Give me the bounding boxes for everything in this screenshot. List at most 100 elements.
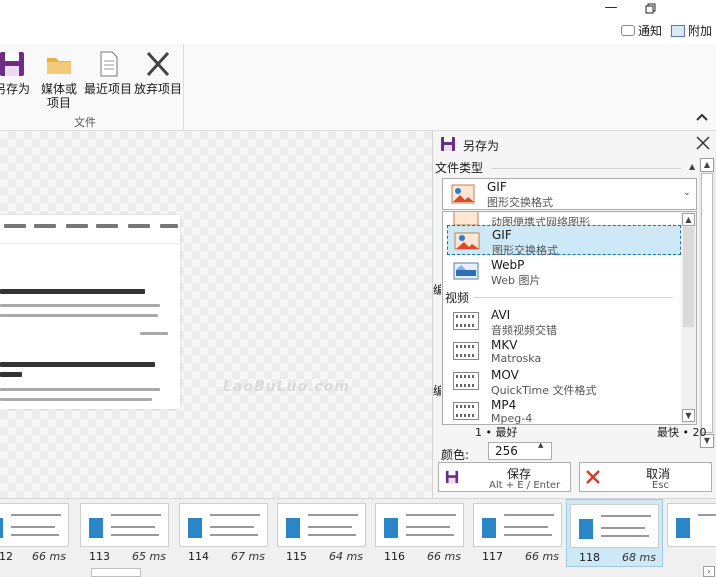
- frame-item[interactable]: [664, 499, 716, 567]
- media-or-project-button[interactable]: 媒体或 项目: [40, 50, 78, 110]
- frame-number: 118: [579, 551, 600, 564]
- frame-number: 113: [89, 550, 110, 563]
- title-bar: —: [0, 0, 716, 18]
- chat-icon: [621, 25, 635, 36]
- list-item-name: MKV: [491, 338, 518, 352]
- frame-strip: 12 66 ms 113 65 ms 114 67 ms 115 64 ms 1…: [0, 498, 716, 569]
- list-item-name: MP4: [491, 398, 517, 412]
- attachments-label: 附加: [688, 24, 713, 38]
- panel-scrollbar-thumb[interactable]: [701, 173, 713, 433]
- apng-icon: [453, 212, 479, 226]
- quality-fast-label: 最快 • 20: [657, 426, 707, 439]
- notification-bar: 通知 附加: [0, 18, 716, 45]
- frame-item[interactable]: 114 67 ms: [176, 499, 273, 567]
- scroll-right-icon[interactable]: ›: [703, 566, 715, 577]
- watermark: LaoBuLuo.com: [223, 379, 350, 395]
- frame-thumbnail: [80, 503, 169, 547]
- document-icon: [93, 50, 123, 78]
- save-icon: [445, 470, 459, 487]
- frame-item[interactable]: 12 66 ms: [0, 499, 74, 567]
- chevron-up-icon[interactable]: [695, 110, 709, 124]
- frame-duration: 66 ms: [427, 550, 461, 563]
- ribbon-divider: [183, 44, 184, 130]
- editor-canvas[interactable]: LaoBuLuo.com: [0, 131, 432, 498]
- list-item-name: WebP: [491, 258, 525, 272]
- quality-best-label: 1 • 最好: [475, 426, 518, 439]
- list-item[interactable]: MKV Matroska: [443, 336, 680, 366]
- frame-item[interactable]: 115 64 ms: [274, 499, 371, 567]
- frame-preview: [0, 215, 180, 409]
- frame-thumbnail: [179, 503, 268, 547]
- file-type-list[interactable]: 动图便携式网络图形 GIF 图形交换格式 WebP Web 图片 视频 AVI …: [442, 211, 697, 425]
- notifications-button[interactable]: 通知: [621, 22, 662, 39]
- minimize-icon[interactable]: —: [600, 0, 622, 18]
- save-as-label: 另存为: [0, 82, 30, 96]
- frame-item[interactable]: 113 65 ms: [77, 499, 174, 567]
- save-icon: [0, 50, 27, 78]
- save-as-button[interactable]: 另存为: [0, 50, 32, 96]
- close-panel-icon[interactable]: [695, 135, 711, 154]
- close-icon: [586, 470, 600, 487]
- cancel-button[interactable]: 取消 Esc: [579, 462, 712, 492]
- chevron-down-icon: ⌄: [683, 188, 691, 198]
- frame-item-selected[interactable]: 118 68 ms: [566, 499, 663, 567]
- colors-stepper[interactable]: 256 ▲: [488, 441, 552, 460]
- frame-duration: 65 ms: [132, 550, 166, 563]
- ribbon: 另存为 媒体或 项目 最近项目 放弃项目 文件: [0, 44, 716, 131]
- increment-icon[interactable]: ▲: [538, 441, 543, 449]
- colors-value: 256: [495, 444, 518, 458]
- chevron-up-icon[interactable]: ▲: [689, 162, 695, 171]
- scroll-up-icon[interactable]: ▲: [682, 213, 695, 226]
- folder-icon: [44, 50, 74, 78]
- list-item-desc: Matroska: [491, 352, 542, 365]
- group-divider: [473, 297, 673, 298]
- colors-label: 颜色:: [441, 448, 470, 462]
- list-item-desc: Web 图片: [491, 274, 541, 287]
- gif-icon: [451, 184, 475, 204]
- restore-icon[interactable]: [640, 0, 662, 18]
- image-icon: [671, 24, 685, 37]
- frame-number: 117: [482, 550, 503, 563]
- list-item-name: AVI: [491, 308, 511, 322]
- save-shortcut: Alt + E / Enter: [489, 480, 561, 491]
- file-group-label: 文件: [74, 116, 96, 129]
- webp-icon: [453, 262, 479, 280]
- selected-type-desc: 图形交换格式: [487, 196, 553, 209]
- film-icon: [453, 312, 479, 330]
- preview-card: [0, 350, 172, 409]
- scroll-down-icon[interactable]: ▼: [682, 409, 695, 422]
- frame-thumbnail: [473, 503, 562, 547]
- frame-strip-scrollbar-thumb[interactable]: [91, 568, 141, 577]
- list-scrollbar-thumb[interactable]: [683, 227, 694, 327]
- frame-item[interactable]: 116 66 ms: [372, 499, 469, 567]
- selected-type-name: GIF: [487, 180, 507, 194]
- attachments-button[interactable]: 附加: [671, 22, 712, 39]
- recent-projects-button[interactable]: 最近项目: [83, 50, 133, 96]
- preview-card: [0, 259, 172, 349]
- discard-project-button[interactable]: 放弃项目: [133, 50, 183, 96]
- frame-number: 114: [188, 550, 209, 563]
- preview-nav: [0, 215, 180, 244]
- frame-duration: 67 ms: [231, 550, 265, 563]
- frame-duration: 68 ms: [622, 551, 656, 564]
- frame-thumbnail: [375, 503, 464, 547]
- list-item-selected[interactable]: GIF 图形交换格式: [447, 225, 681, 257]
- frame-item[interactable]: 117 66 ms: [470, 499, 567, 567]
- frame-duration: 66 ms: [32, 550, 66, 563]
- save-button[interactable]: 保存 Alt + E / Enter: [438, 462, 571, 492]
- film-icon: [453, 402, 479, 420]
- cancel-shortcut: Esc: [652, 480, 670, 491]
- file-type-dropdown[interactable]: GIF 图形交换格式 ⌄: [442, 178, 697, 210]
- scroll-up-icon[interactable]: ▲: [700, 158, 714, 172]
- file-type-label: 文件类型: [435, 161, 484, 175]
- recent-projects-label: 最近项目: [83, 82, 132, 96]
- film-icon: [453, 372, 479, 390]
- list-item[interactable]: MOV QuickTime 文件格式: [443, 366, 680, 397]
- panel-title: 另存为: [463, 139, 500, 153]
- list-item[interactable]: AVI 音频视频交错: [443, 306, 680, 337]
- frame-number: 12: [0, 550, 13, 563]
- section-divider: [491, 168, 681, 169]
- list-item[interactable]: MP4 Mpeg-4: [443, 396, 680, 424]
- list-item[interactable]: WebP Web 图片: [443, 256, 680, 287]
- film-icon: [453, 342, 479, 360]
